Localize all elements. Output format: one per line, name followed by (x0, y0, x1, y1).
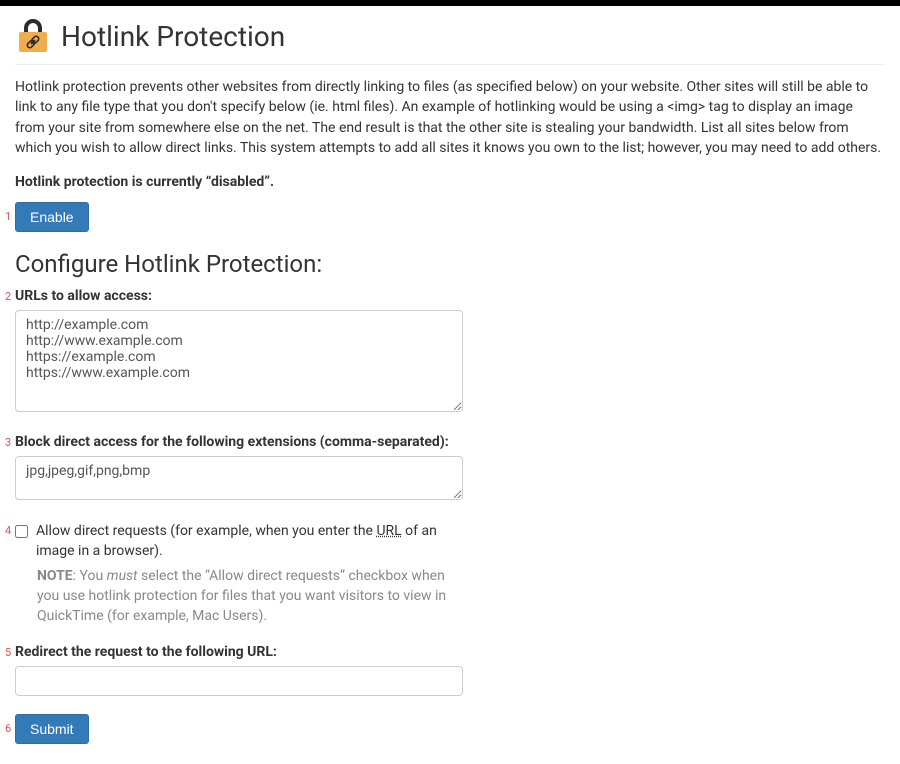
status-prefix: Hotlink protection is currently (15, 174, 206, 190)
allow-direct-note: NOTE: You must select the “Allow direct … (15, 567, 463, 626)
status-value: “disabled” (206, 174, 270, 190)
redirect-label: Redirect the request to the following UR… (15, 644, 463, 660)
section-title: Configure Hotlink Protection: (15, 250, 885, 278)
allow-direct-checkbox[interactable] (15, 525, 28, 538)
annotation-marker-5: 5 (5, 646, 11, 659)
page-header: Hotlink Protection (15, 14, 885, 65)
urls-label: URLs to allow access: (15, 288, 463, 304)
status-line: Hotlink protection is currently “disable… (15, 174, 885, 190)
lock-link-icon (15, 18, 51, 54)
annotation-marker-1: 1 (5, 210, 11, 223)
annotation-marker-3: 3 (5, 436, 11, 449)
redirect-input[interactable] (15, 666, 463, 696)
extensions-label: Block direct access for the following ex… (15, 434, 463, 450)
page-title: Hotlink Protection (61, 20, 285, 53)
enable-button[interactable]: Enable (15, 202, 89, 232)
annotation-marker-6: 6 (5, 722, 11, 735)
annotation-marker-4: 4 (5, 524, 11, 537)
status-suffix: . (270, 174, 274, 190)
url-abbr: URL (376, 523, 401, 539)
urls-textarea[interactable] (15, 310, 463, 412)
annotation-marker-2: 2 (5, 290, 11, 303)
page-description: Hotlink protection prevents other websit… (15, 77, 885, 158)
allow-direct-label: Allow direct requests (for example, when… (36, 522, 463, 561)
submit-button[interactable]: Submit (15, 714, 89, 744)
extensions-textarea[interactable] (15, 456, 463, 500)
